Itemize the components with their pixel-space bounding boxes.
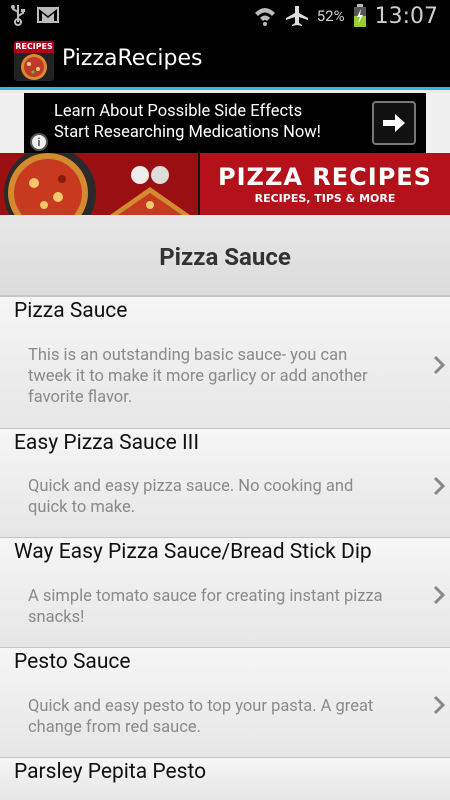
- item-description: Quick and easy pesto to top your pasta. …: [28, 696, 420, 738]
- item-description: A simple tomato sauce for creating insta…: [28, 586, 420, 628]
- pizza-photo: [0, 153, 198, 215]
- clock: 13:07: [374, 3, 438, 29]
- item-title: Parsley Pepita Pesto: [14, 760, 207, 784]
- chevron-right-icon: [433, 355, 446, 375]
- ad-info-icon[interactable]: i: [30, 133, 48, 151]
- ad-banner[interactable]: Learn About Possible Side Effects Start …: [0, 93, 450, 153]
- airplane-icon: [285, 5, 309, 27]
- desc-line: Quick and easy pizza sauce. No cooking a…: [28, 477, 354, 496]
- ad-line-1: Learn About Possible Side Effects: [54, 102, 303, 121]
- list-item[interactable]: Way Easy Pizza Sauce/Bread Stick Dip A s…: [0, 537, 450, 647]
- ad-content[interactable]: Learn About Possible Side Effects Start …: [24, 93, 426, 153]
- desc-line: Quick and easy pesto to top your pasta. …: [28, 697, 374, 716]
- chevron-right-icon: [433, 476, 446, 496]
- usb-icon: [10, 4, 26, 26]
- list-item[interactable]: Pesto Sauce Quick and easy pesto to top …: [0, 647, 450, 757]
- app-icon[interactable]: RECIPES: [14, 41, 54, 81]
- battery-icon: [353, 4, 367, 28]
- info-glyph: i: [37, 135, 41, 149]
- wifi-icon: [253, 5, 277, 27]
- promo-title-area: PIZZA RECIPES RECIPES, TIPS & MORE: [200, 153, 450, 215]
- action-bar: RECIPES PizzaRecipes: [0, 32, 450, 90]
- item-title: Pizza Sauce: [14, 299, 128, 323]
- gmail-icon: [36, 6, 60, 24]
- list-item[interactable]: Parsley Pepita Pesto: [0, 757, 450, 800]
- promo-subtitle: RECIPES, TIPS & MORE: [254, 192, 396, 205]
- promo-title: PIZZA RECIPES: [218, 163, 432, 191]
- battery-percent: 52%: [316, 7, 345, 25]
- chevron-right-icon: [433, 695, 446, 715]
- chevron-right-icon: [433, 585, 446, 605]
- desc-line: A simple tomato sauce for creating insta…: [28, 587, 383, 606]
- status-bar: 52% 13:07: [0, 0, 450, 32]
- desc-line: quick to make.: [28, 498, 136, 517]
- desc-line: This is an outstanding basic sauce- you …: [28, 346, 348, 365]
- list-item[interactable]: Easy Pizza Sauce III Quick and easy pizz…: [0, 428, 450, 537]
- desc-line: snacks!: [28, 608, 85, 627]
- arrow-right-icon: [383, 114, 405, 132]
- section-header: Pizza Sauce: [0, 215, 450, 296]
- list-item[interactable]: Pizza Sauce This is an outstanding basic…: [0, 296, 450, 428]
- ad-arrow-button[interactable]: [372, 101, 416, 145]
- app-title: PizzaRecipes: [62, 46, 203, 71]
- item-description: Quick and easy pizza sauce. No cooking a…: [28, 476, 420, 518]
- item-title: Easy Pizza Sauce III: [14, 431, 200, 455]
- desc-line: tweek it to make it more garlicy or add …: [28, 367, 368, 386]
- item-title: Pesto Sauce: [14, 650, 131, 674]
- ad-line-2: Start Researching Medications Now!: [54, 123, 321, 142]
- item-description: This is an outstanding basic sauce- you …: [28, 345, 420, 408]
- promo-banner: PIZZA RECIPES RECIPES, TIPS & MORE: [0, 153, 450, 215]
- desc-line: change from red sauce.: [28, 718, 201, 737]
- item-title: Way Easy Pizza Sauce/Bread Stick Dip: [14, 540, 372, 564]
- section-title: Pizza Sauce: [159, 243, 291, 271]
- ad-text[interactable]: Learn About Possible Side Effects Start …: [54, 101, 321, 143]
- desc-line: favorite flavor.: [28, 388, 133, 407]
- app-icon-label: RECIPES: [14, 41, 54, 53]
